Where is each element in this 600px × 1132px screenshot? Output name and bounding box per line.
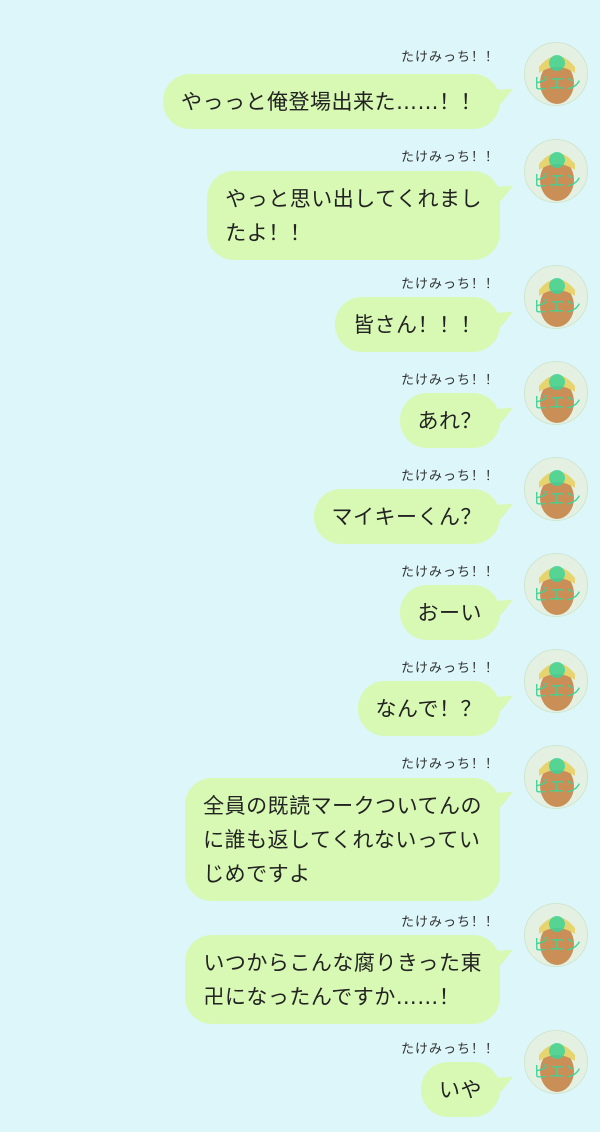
user-avatar-icon[interactable]: ピエン (524, 139, 588, 203)
svg-text:ピエン: ピエン (533, 393, 581, 412)
message-bubble[interactable]: やっと思い出してくれまし たよ！！ (207, 171, 500, 260)
user-avatar-icon[interactable]: ピエン (524, 361, 588, 425)
message-bubble[interactable]: おーい (399, 585, 500, 640)
user-avatar-icon[interactable]: ピエン (524, 265, 588, 329)
svg-text:ピエン: ピエン (533, 74, 581, 93)
message-bubble[interactable]: いや (421, 1062, 500, 1117)
sender-name: たけみっち！！ (400, 50, 499, 65)
svg-text:ピエン: ピエン (533, 297, 581, 316)
message-bubble[interactable]: いつからこんな腐りきった東 卍になったんですか……！ (185, 935, 500, 1024)
sender-name: たけみっち！！ (400, 565, 499, 580)
sender-name: たけみっち！！ (400, 915, 499, 930)
user-avatar-icon[interactable]: ピエン (524, 553, 588, 617)
svg-text:ピエン: ピエン (533, 777, 581, 796)
user-avatar-icon[interactable]: ピエン (524, 457, 588, 521)
svg-text:ピエン: ピエン (533, 681, 581, 700)
sender-name: たけみっち！！ (400, 757, 499, 772)
svg-text:ピエン: ピエン (533, 489, 581, 508)
sender-name: たけみっち！！ (400, 661, 499, 676)
sender-name: たけみっち！！ (400, 1042, 499, 1057)
message-bubble[interactable]: やっっと俺登場出来た……！！ (163, 74, 500, 129)
message-bubble[interactable]: 全員の既読マークついてんの に誰も返してくれないってい じめですよ (185, 778, 500, 901)
sender-name: たけみっち！！ (400, 150, 499, 165)
chat-thread[interactable]: たけみっち！！ ピエン やっっと俺登場出来た……！！ たけみっち！！ ピエン や… (0, 0, 600, 1132)
user-avatar-icon[interactable]: ピエン (524, 42, 588, 106)
message-bubble[interactable]: マイキーくん？ (313, 489, 500, 544)
svg-text:ピエン: ピエン (533, 585, 581, 604)
user-avatar-icon[interactable]: ピエン (524, 649, 588, 713)
svg-text:ピエン: ピエン (533, 1062, 581, 1081)
svg-text:ピエン: ピエン (533, 935, 581, 954)
message-bubble[interactable]: なんで！？ (357, 681, 500, 736)
svg-text:ピエン: ピエン (533, 171, 581, 190)
sender-name: たけみっち！！ (400, 277, 499, 292)
user-avatar-icon[interactable]: ピエン (524, 1030, 588, 1094)
sender-name: たけみっち！！ (400, 469, 499, 484)
user-avatar-icon[interactable]: ピエン (524, 745, 588, 809)
message-bubble[interactable]: あれ？ (399, 393, 500, 448)
sender-name: たけみっち！！ (400, 373, 499, 388)
user-avatar-icon[interactable]: ピエン (524, 903, 588, 967)
message-bubble[interactable]: 皆さん！！！ (335, 297, 500, 352)
